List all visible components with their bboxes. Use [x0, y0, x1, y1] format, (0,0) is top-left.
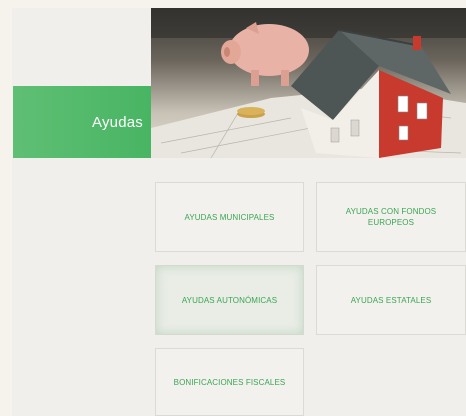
tile-label: AYUDAS ESTATALES	[350, 295, 432, 305]
house-and-piggy-bank-illustration	[151, 8, 466, 158]
tile-label: BONIFICACIONES FISCALES	[173, 377, 286, 387]
tile-label: AYUDAS CON FONDOS EUROPEOS	[345, 207, 437, 227]
tile-label: AYUDAS AUTONÓMICAS	[181, 295, 278, 305]
hero-image	[151, 8, 466, 158]
tile-ayudas-fondos-europeos[interactable]: AYUDAS CON FONDOS EUROPEOS	[316, 182, 466, 252]
tile-label: AYUDAS MUNICIPALES	[184, 212, 275, 222]
tile-ayudas-estatales[interactable]: AYUDAS ESTATALES	[316, 265, 466, 335]
section-title-banner: Ayudas	[13, 86, 151, 158]
tile-ayudas-autonomicas[interactable]: AYUDAS AUTONÓMICAS	[155, 265, 304, 335]
tile-bonificaciones-fiscales[interactable]: BONIFICACIONES FISCALES	[155, 348, 304, 416]
tile-ayudas-municipales[interactable]: AYUDAS MUNICIPALES	[155, 182, 304, 252]
section-title: Ayudas	[92, 114, 143, 131]
house-model-icon	[291, 29, 451, 158]
